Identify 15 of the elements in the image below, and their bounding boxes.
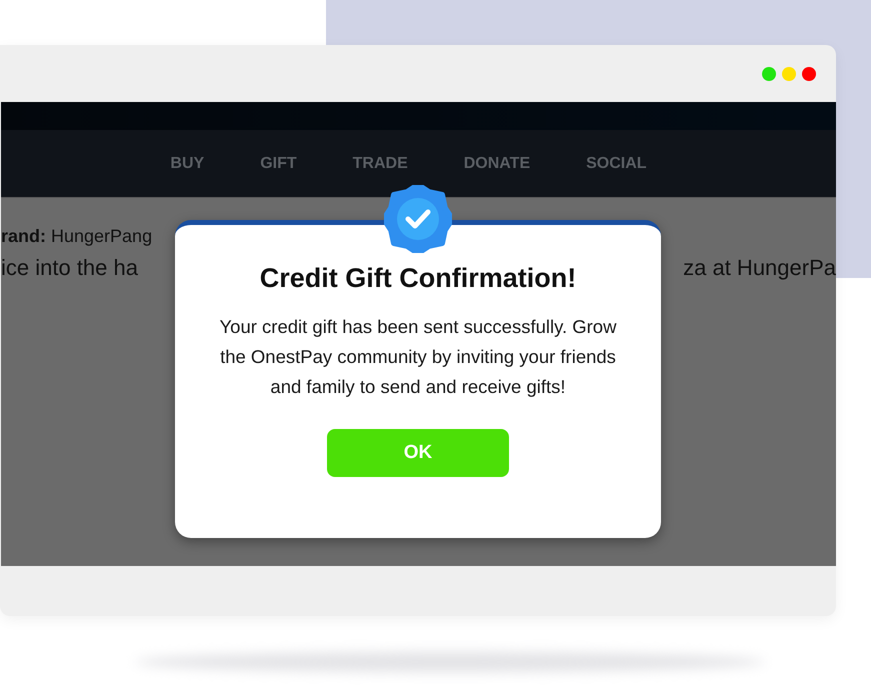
window-control-dot[interactable] (782, 66, 796, 80)
brand-label: rand: (1, 226, 46, 247)
nav-link[interactable]: TRADE (352, 154, 408, 172)
description-text: za at HungerPa (683, 255, 836, 281)
brand-value: HungerPang (51, 226, 152, 247)
window-control-dot[interactable] (802, 66, 816, 80)
dialog-title: Credit Gift Confirmation! (260, 263, 576, 294)
nav-link[interactable]: SOCIAL (586, 154, 647, 172)
nav-link[interactable]: GIFT (260, 154, 297, 172)
nav-link[interactable]: DONATE (464, 154, 530, 172)
ok-button[interactable]: OK (327, 429, 509, 477)
window-control-dot[interactable] (762, 66, 776, 80)
dialog-message: Your credit gift has been sent successfully. Grow the OnestPay community by inviting your friends and family to send and receive gifts! (218, 315, 618, 399)
nav-link[interactable]: BUY (170, 154, 204, 172)
description-text: ice into the ha (1, 255, 138, 281)
